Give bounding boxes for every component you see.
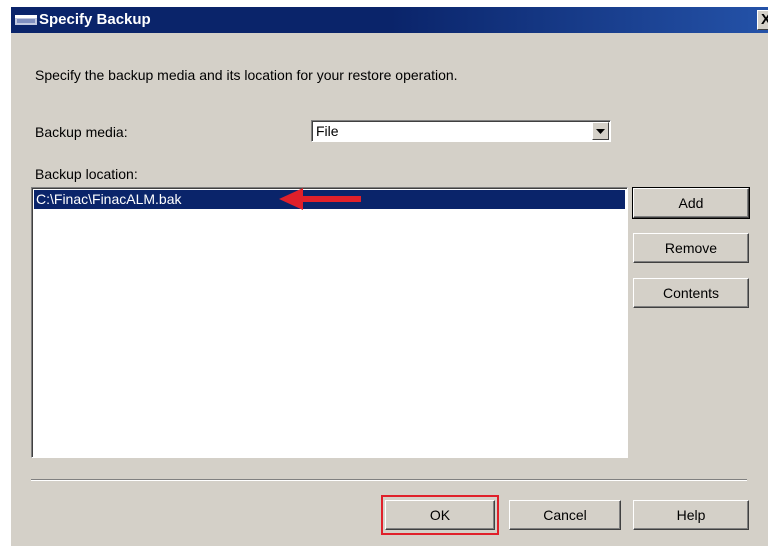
intro-text: Specify the backup media and its locatio… [35, 67, 458, 83]
close-button[interactable]: X [757, 10, 768, 30]
backup-location-list[interactable]: C:\Finac\FinacALM.bak [31, 187, 628, 458]
specify-backup-dialog: Specify Backup X Specify the backup medi… [10, 6, 768, 546]
separator [31, 479, 747, 481]
backup-media-label: Backup media: [35, 124, 128, 140]
window-title: Specify Backup [39, 11, 151, 28]
remove-button[interactable]: Remove [633, 233, 749, 263]
help-button[interactable]: Help [633, 500, 749, 530]
dropdown-button[interactable] [592, 122, 609, 140]
add-button[interactable]: Add [632, 187, 750, 219]
chevron-down-icon [596, 129, 605, 134]
backup-media-select[interactable]: File [311, 120, 611, 142]
backup-media-value: File [316, 123, 339, 139]
ok-button[interactable]: OK [385, 500, 495, 530]
contents-button[interactable]: Contents [633, 278, 749, 308]
backup-location-label: Backup location: [35, 166, 138, 182]
red-arrow-left-icon [279, 188, 361, 210]
cancel-button[interactable]: Cancel [509, 500, 621, 530]
window-icon [15, 15, 37, 25]
title-bar[interactable]: Specify Backup X [11, 7, 768, 33]
